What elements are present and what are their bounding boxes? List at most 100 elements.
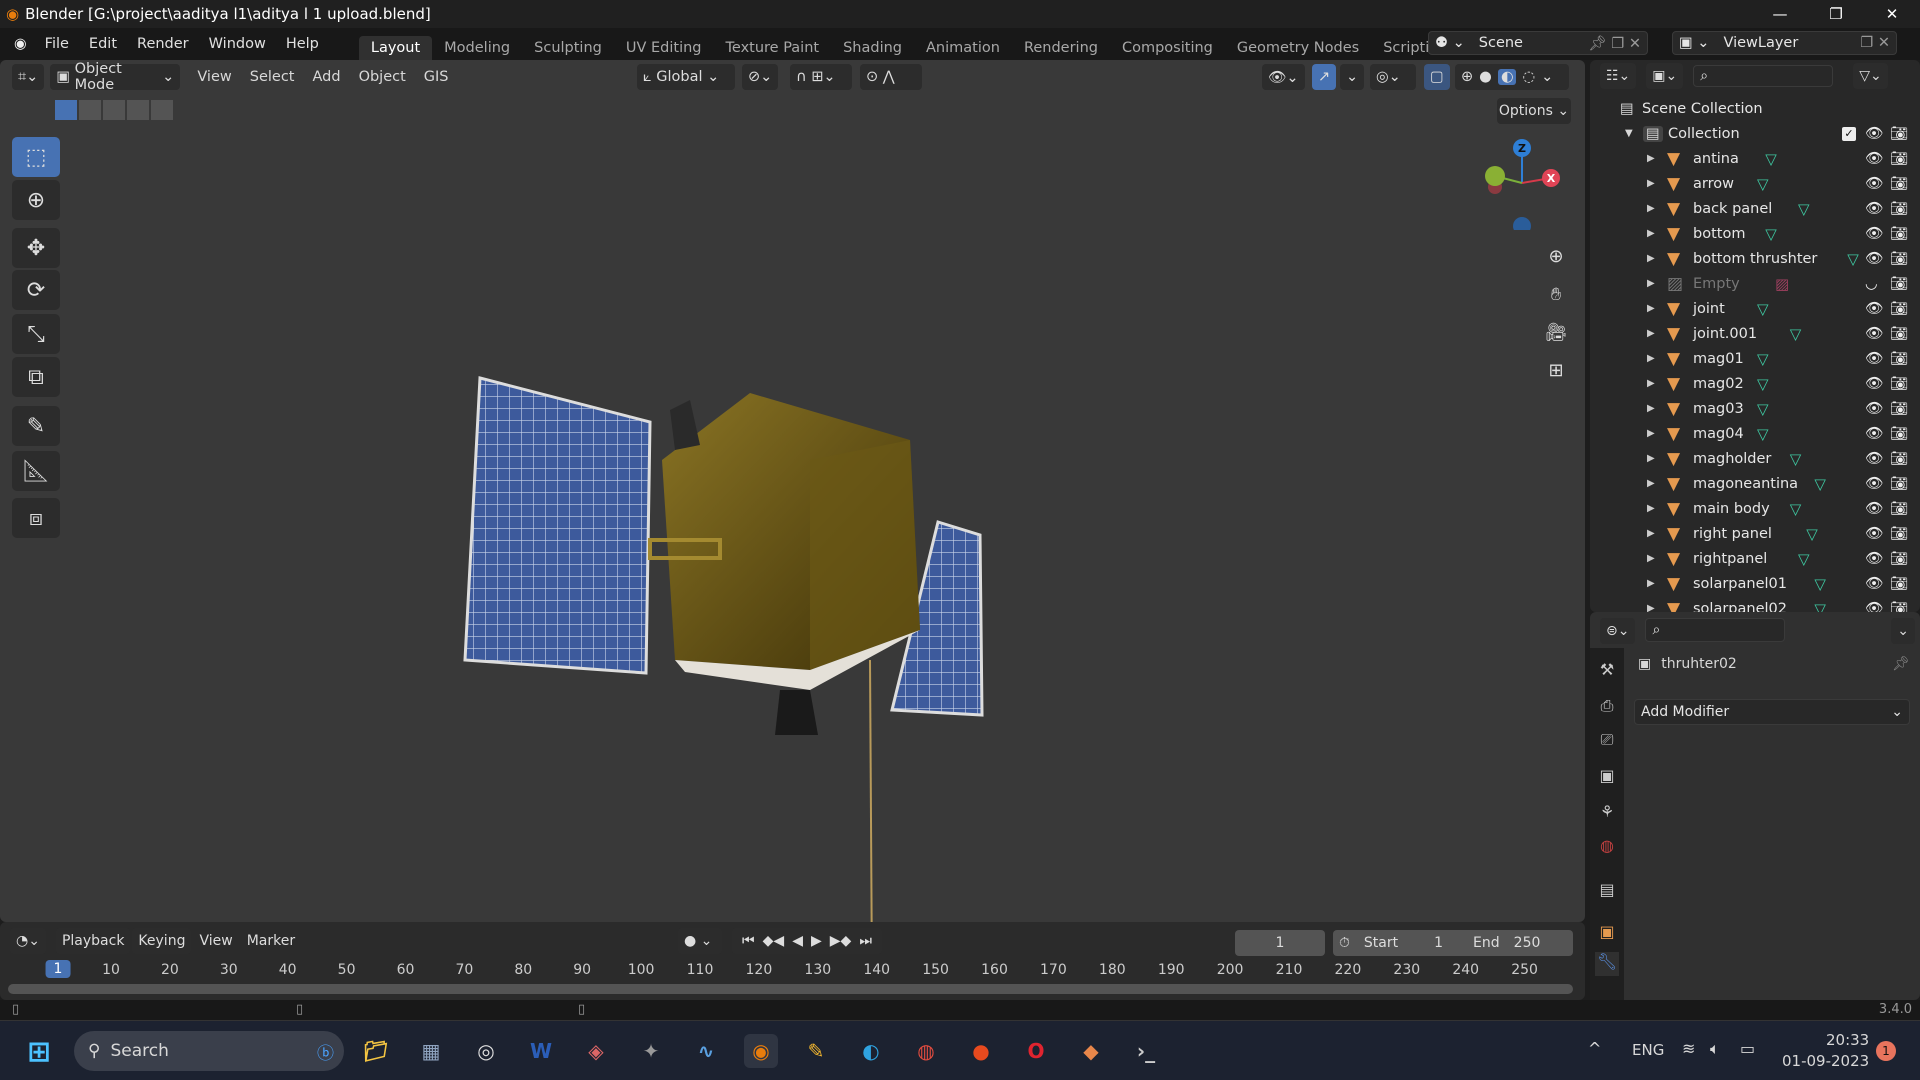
- select-box-tool-icon[interactable]: ⬚: [12, 137, 60, 177]
- render-camera-icon[interactable]: 📷︎: [1890, 500, 1908, 517]
- outliner-item[interactable]: ▶ ▼ right panel ▽ 👁︎ 📷︎: [1590, 521, 1920, 546]
- filter-icon[interactable]: ▽⌄: [1853, 63, 1888, 89]
- satellite-model[interactable]: [450, 300, 1010, 922]
- show-hidden-icons[interactable]: ^: [1588, 1039, 1601, 1058]
- davinci-resolve-icon[interactable]: ◈: [579, 1034, 613, 1068]
- expand-arrow-icon[interactable]: ▶: [1647, 228, 1655, 239]
- pan-view-icon[interactable]: ✋︎: [1540, 278, 1572, 310]
- mesh-data-icon[interactable]: ▽: [1757, 425, 1769, 443]
- playhead[interactable]: 1: [45, 960, 71, 978]
- outliner-item[interactable]: ▶ ▼ arrow ▽ 👁︎ 📷︎: [1590, 171, 1920, 196]
- outliner-item[interactable]: ▶ ▼ bottom ▽ 👁︎ 📷︎: [1590, 221, 1920, 246]
- render-camera-icon[interactable]: 📷︎: [1890, 275, 1908, 292]
- visibility-eye-icon[interactable]: 👁︎: [1865, 325, 1883, 342]
- rotate-tool-icon[interactable]: ⟳: [12, 270, 60, 310]
- visibility-eye-icon[interactable]: 👁︎: [1865, 200, 1883, 217]
- select-invert-icon[interactable]: [127, 100, 149, 120]
- mesh-data-icon[interactable]: ▽: [1814, 475, 1826, 493]
- editor-type-icon[interactable]: ⊜⌄: [1600, 618, 1636, 644]
- wifi-icon[interactable]: ≋: [1682, 1039, 1695, 1058]
- select-intersect-icon[interactable]: [151, 100, 173, 120]
- expand-arrow-icon[interactable]: ▶: [1647, 253, 1655, 264]
- pivot-icon[interactable]: ⊘⌄: [742, 64, 779, 90]
- blender-icon[interactable]: ◉: [744, 1034, 778, 1068]
- word-icon[interactable]: W: [524, 1034, 558, 1068]
- measure-tool-icon[interactable]: 📐︎: [12, 451, 60, 491]
- expand-arrow-icon[interactable]: ▶: [1647, 553, 1655, 564]
- visibility-eye-icon[interactable]: 👁︎: [1865, 500, 1883, 517]
- current-frame-field[interactable]: 1: [1235, 930, 1325, 956]
- move-tool-icon[interactable]: ✥: [12, 228, 60, 268]
- timeline-menu-keying[interactable]: Keying: [132, 928, 192, 954]
- collection-row[interactable]: ▼ ▤ Collection ✓ 👁︎ 📷︎: [1590, 121, 1920, 146]
- tab-animation[interactable]: Animation: [914, 36, 1012, 60]
- timeline-scrollbar[interactable]: [8, 984, 1573, 994]
- output-tab-icon[interactable]: ⎚: [1595, 730, 1619, 754]
- scale-tool-icon[interactable]: ⤡: [12, 314, 60, 354]
- visibility-eye-icon[interactable]: 👁︎: [1865, 150, 1883, 167]
- mesh-data-icon[interactable]: ▽: [1806, 525, 1818, 543]
- display-mode-icon[interactable]: ☷⌄: [1600, 63, 1637, 89]
- minimize-button[interactable]: —: [1752, 0, 1808, 28]
- view-layer-tab-icon[interactable]: ▣: [1595, 766, 1619, 790]
- mesh-data-icon[interactable]: ▽: [1847, 250, 1859, 268]
- render-camera-icon[interactable]: 📷︎: [1890, 475, 1908, 492]
- tool-tab-icon[interactable]: ⚒: [1595, 660, 1619, 684]
- expand-arrow-icon[interactable]: ▶: [1647, 453, 1655, 464]
- navigation-gizmo[interactable]: Z X: [1475, 135, 1565, 230]
- timeline-editor-icon[interactable]: ◔⌄: [10, 928, 46, 954]
- outliner-item[interactable]: ▶ ▼ rightpanel ▽ 👁︎ 📷︎: [1590, 546, 1920, 571]
- visibility-eye-icon[interactable]: 👁︎: [1865, 550, 1883, 567]
- viewport-menu-gis[interactable]: GIS: [415, 69, 458, 85]
- visibility-eye-icon[interactable]: 👁︎: [1865, 525, 1883, 542]
- tab-geometry-nodes[interactable]: Geometry Nodes: [1225, 36, 1371, 60]
- bing-icon[interactable]: ⓑ: [317, 1039, 334, 1064]
- outliner-search-input[interactable]: ⌕: [1693, 65, 1834, 87]
- editor-type-button[interactable]: ⌗⌄: [12, 64, 45, 90]
- mesh-data-icon[interactable]: ▽: [1814, 600, 1826, 613]
- transform-tool-icon[interactable]: ⧉: [12, 357, 60, 397]
- tab-uv-editing[interactable]: UV Editing: [614, 36, 714, 60]
- object-tab-icon[interactable]: ▣: [1595, 922, 1619, 946]
- render-camera-icon[interactable]: 📷︎: [1890, 600, 1908, 612]
- calculator-icon[interactable]: ▦: [414, 1034, 448, 1068]
- render-camera-icon[interactable]: 📷︎: [1890, 225, 1908, 242]
- xray-icon[interactable]: ▢: [1424, 64, 1450, 90]
- outliner-item[interactable]: ▶ ▼ antina ▽ 👁︎ 📷︎: [1590, 146, 1920, 171]
- visibility-eye-icon[interactable]: 👁︎: [1865, 175, 1883, 192]
- expand-arrow-icon[interactable]: ▶: [1647, 428, 1655, 439]
- menu-file[interactable]: File: [35, 36, 79, 52]
- viewport-menu-add[interactable]: Add: [303, 69, 349, 85]
- 3d-viewport[interactable]: ⌗⌄ ▣ Object Mode ⌄ View Select Add Object GI…: [0, 60, 1585, 922]
- view-layer-selector[interactable]: ▣ ⌄ ViewLayer ❐ ✕: [1672, 31, 1897, 55]
- transform-orientation[interactable]: ⟀ Global ⌄: [637, 64, 735, 90]
- annotate-tool-icon[interactable]: ✎: [12, 406, 60, 446]
- scene-collection-row[interactable]: ▤ Scene Collection: [1590, 96, 1920, 121]
- render-camera-icon[interactable]: 📷︎: [1890, 425, 1908, 442]
- render-camera-icon[interactable]: 📷︎: [1890, 350, 1908, 367]
- shading-dropdown-icon[interactable]: ⌄: [1541, 69, 1553, 85]
- timeline-menu-view[interactable]: View: [193, 928, 238, 954]
- render-camera-icon[interactable]: 📷︎: [1890, 450, 1908, 467]
- mesh-data-icon[interactable]: ▽: [1798, 550, 1810, 568]
- pin-icon[interactable]: 📌︎: [1892, 656, 1910, 672]
- visibility-eye-icon[interactable]: 👁︎: [1865, 350, 1883, 367]
- material-shading-icon[interactable]: ◐: [1497, 69, 1517, 85]
- mesh-data-icon[interactable]: ▽: [1790, 500, 1802, 518]
- mesh-data-icon[interactable]: ▽: [1790, 325, 1802, 343]
- proportional-edit-icon[interactable]: ⊙ ⋀: [860, 64, 922, 90]
- windows-start-icon[interactable]: ⊞: [22, 1034, 56, 1068]
- play-icon[interactable]: ▶: [811, 933, 822, 949]
- opera-icon[interactable]: O: [1019, 1034, 1053, 1068]
- render-camera-icon[interactable]: 📷︎: [1890, 200, 1908, 217]
- battery-icon[interactable]: ▭: [1740, 1039, 1755, 1058]
- end-frame-value[interactable]: 250: [1514, 935, 1541, 951]
- tab-shading[interactable]: Shading: [831, 36, 914, 60]
- gizmo-toggle-icon[interactable]: ↗: [1312, 64, 1337, 90]
- resource-monitor-icon[interactable]: ∿: [689, 1034, 723, 1068]
- mode-selector[interactable]: ▣ Object Mode ⌄: [50, 61, 181, 93]
- mesh-data-icon[interactable]: ▽: [1757, 375, 1769, 393]
- app-orb-icon[interactable]: ●: [964, 1034, 998, 1068]
- file-explorer-icon[interactable]: 📁︎: [359, 1034, 393, 1068]
- mesh-data-icon[interactable]: ▽: [1757, 400, 1769, 418]
